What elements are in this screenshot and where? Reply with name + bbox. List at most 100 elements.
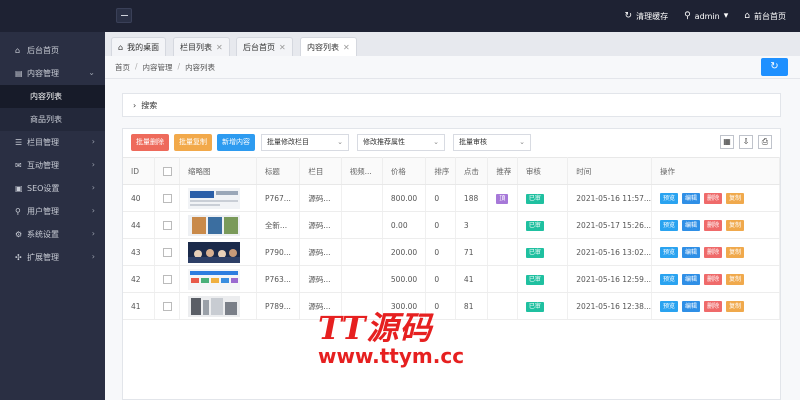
cell-video bbox=[341, 238, 383, 266]
cell-price: 500.00 bbox=[382, 265, 427, 293]
header-column: 栏目 bbox=[299, 157, 342, 185]
chat-icon: ✉ bbox=[15, 161, 22, 170]
batch-recommend-label: 修改推荐属性 bbox=[363, 138, 405, 146]
edit-button[interactable]: 编辑 bbox=[682, 300, 701, 312]
thumbnail-image[interactable] bbox=[188, 241, 241, 263]
header-sort: 排序 bbox=[425, 157, 456, 185]
sidebar-item-content[interactable]: ▤ 内容管理 ⌄ bbox=[0, 62, 105, 85]
row-checkbox[interactable] bbox=[162, 193, 172, 203]
tab-content-list[interactable]: 内容列表 ✕ bbox=[300, 37, 357, 56]
table-row: 42 P763... 源码... 500.00 0 41 已审 2021-05-… bbox=[123, 265, 780, 293]
breadcrumb-item[interactable]: 内容管理 bbox=[143, 62, 173, 73]
copy-button[interactable]: 复制 bbox=[726, 300, 745, 312]
preview-button[interactable]: 预览 bbox=[660, 219, 679, 231]
thumbnail-image[interactable] bbox=[188, 187, 241, 209]
batch-recommend-select[interactable]: 修改推荐属性 ⌄ bbox=[357, 134, 445, 151]
sidebar-item-dashboard[interactable]: ⌂ 后台首页 bbox=[0, 39, 105, 62]
audit-badge[interactable]: 已审 bbox=[525, 247, 544, 258]
columns-filter-button[interactable]: ▦ bbox=[720, 135, 734, 149]
preview-button[interactable]: 预览 bbox=[660, 300, 679, 312]
copy-button[interactable]: 复制 bbox=[726, 246, 745, 258]
sidebar-item-interaction[interactable]: ✉ 互动管理 › bbox=[0, 154, 105, 177]
audit-badge[interactable]: 已审 bbox=[525, 193, 544, 204]
tab-desktop[interactable]: ⌂ 我的桌面 bbox=[111, 37, 167, 56]
print-icon: ⎙ bbox=[761, 137, 769, 146]
sidebar-item-seo[interactable]: ▣ SEO设置 › bbox=[0, 177, 105, 200]
batch-delete-button[interactable]: 批量删除 bbox=[131, 134, 169, 151]
chevron-right-icon: › bbox=[133, 100, 137, 110]
watermark-title: TT源码 bbox=[318, 309, 433, 347]
thumbnail-image[interactable] bbox=[188, 214, 241, 236]
sidebar: ⌂ 后台首页 ▤ 内容管理 ⌄ 内容列表 商品列表 ☰ 栏目管理 › ✉ 互动管… bbox=[0, 32, 105, 400]
sidebar-item-users[interactable]: ⚲ 用户管理 › bbox=[0, 200, 105, 223]
thumbnail-image[interactable] bbox=[188, 268, 241, 290]
header-select-all[interactable] bbox=[154, 157, 181, 185]
delete-button[interactable]: 删除 bbox=[704, 192, 723, 204]
row-checkbox[interactable] bbox=[162, 301, 172, 311]
header-audit: 审核 bbox=[517, 157, 569, 185]
close-icon[interactable]: ✕ bbox=[343, 43, 350, 52]
export-button[interactable]: ⇩ bbox=[739, 135, 753, 149]
user-menu[interactable]: ⚲ admin ▾ bbox=[684, 11, 728, 21]
cell-sort: 0 bbox=[425, 238, 456, 266]
gear-icon: ⚙ bbox=[15, 230, 23, 239]
row-checkbox[interactable] bbox=[162, 247, 172, 257]
delete-button[interactable]: 删除 bbox=[704, 273, 723, 285]
batch-column-select[interactable]: 批量修改栏目 ⌄ bbox=[261, 134, 349, 151]
header-id: ID bbox=[123, 157, 155, 185]
cell-clicks: 41 bbox=[455, 265, 489, 293]
select-all-checkbox[interactable] bbox=[162, 166, 172, 176]
preview-button[interactable]: 预览 bbox=[660, 273, 679, 285]
edit-button[interactable]: 编辑 bbox=[682, 246, 701, 258]
breadcrumb-item[interactable]: 首页 bbox=[115, 62, 130, 73]
delete-button[interactable]: 删除 bbox=[704, 300, 723, 312]
tab-column-list[interactable]: 栏目列表 ✕ bbox=[173, 37, 230, 56]
row-checkbox[interactable] bbox=[162, 220, 172, 230]
sidebar-item-label: 内容管理 bbox=[27, 69, 59, 78]
tab-label: 我的桌面 bbox=[127, 42, 160, 52]
clear-cache-button[interactable]: ↻ 清理缓存 bbox=[625, 11, 669, 22]
table-row: 44 全新... 源码... 0.00 0 3 已审 2021-05-17 15… bbox=[123, 211, 780, 239]
batch-audit-select[interactable]: 批量审核 ⌄ bbox=[453, 134, 531, 151]
audit-badge[interactable]: 已审 bbox=[525, 220, 544, 231]
print-button[interactable]: ⎙ bbox=[758, 135, 772, 149]
sidebar-subitem-content-list[interactable]: 内容列表 bbox=[0, 85, 105, 108]
refresh-button[interactable]: ↻ bbox=[761, 58, 788, 76]
search-panel[interactable]: › 搜索 bbox=[122, 93, 781, 117]
edit-button[interactable]: 编辑 bbox=[682, 219, 701, 231]
menu-toggle-button[interactable] bbox=[116, 8, 132, 23]
sidebar-item-extensions[interactable]: ✣ 扩展管理 › bbox=[0, 246, 105, 269]
close-icon[interactable]: ✕ bbox=[216, 43, 223, 52]
home-icon: ⌂ bbox=[744, 11, 750, 21]
row-checkbox[interactable] bbox=[162, 274, 172, 284]
sidebar-item-label: 互动管理 bbox=[27, 161, 59, 170]
thumbnail-image[interactable] bbox=[188, 295, 241, 317]
delete-button[interactable]: 删除 bbox=[704, 246, 723, 258]
preview-button[interactable]: 预览 bbox=[660, 192, 679, 204]
add-content-button[interactable]: 新增内容 bbox=[217, 134, 255, 151]
desktop-icon: ⌂ bbox=[118, 42, 124, 52]
user-icon: ⚲ bbox=[684, 11, 691, 21]
header-actions: 操作 bbox=[651, 157, 780, 185]
copy-button[interactable]: 复制 bbox=[726, 192, 745, 204]
sidebar-subitem-product-list[interactable]: 商品列表 bbox=[0, 108, 105, 131]
close-icon[interactable]: ✕ bbox=[279, 43, 286, 52]
frontend-home-link[interactable]: ⌂ 前台首页 bbox=[744, 11, 786, 22]
cell-title: P790... bbox=[256, 238, 301, 266]
audit-badge[interactable]: 已审 bbox=[525, 301, 544, 312]
cell-title: P763... bbox=[256, 265, 301, 293]
copy-button[interactable]: 复制 bbox=[726, 219, 745, 231]
header-thumbnail: 缩略图 bbox=[179, 157, 257, 185]
sidebar-item-settings[interactable]: ⚙ 系统设置 › bbox=[0, 223, 105, 246]
delete-button[interactable]: 删除 bbox=[704, 219, 723, 231]
batch-copy-button[interactable]: 批量复制 bbox=[174, 134, 212, 151]
tab-admin-home[interactable]: 后台首页 ✕ bbox=[236, 37, 293, 56]
column-icon: ☰ bbox=[15, 138, 23, 147]
edit-button[interactable]: 编辑 bbox=[682, 192, 701, 204]
audit-badge[interactable]: 已审 bbox=[525, 274, 544, 285]
edit-button[interactable]: 编辑 bbox=[682, 273, 701, 285]
copy-button[interactable]: 复制 bbox=[726, 273, 745, 285]
preview-button[interactable]: 预览 bbox=[660, 246, 679, 258]
sidebar-item-columns[interactable]: ☰ 栏目管理 › bbox=[0, 131, 105, 154]
sidebar-item-label: SEO设置 bbox=[27, 184, 60, 193]
